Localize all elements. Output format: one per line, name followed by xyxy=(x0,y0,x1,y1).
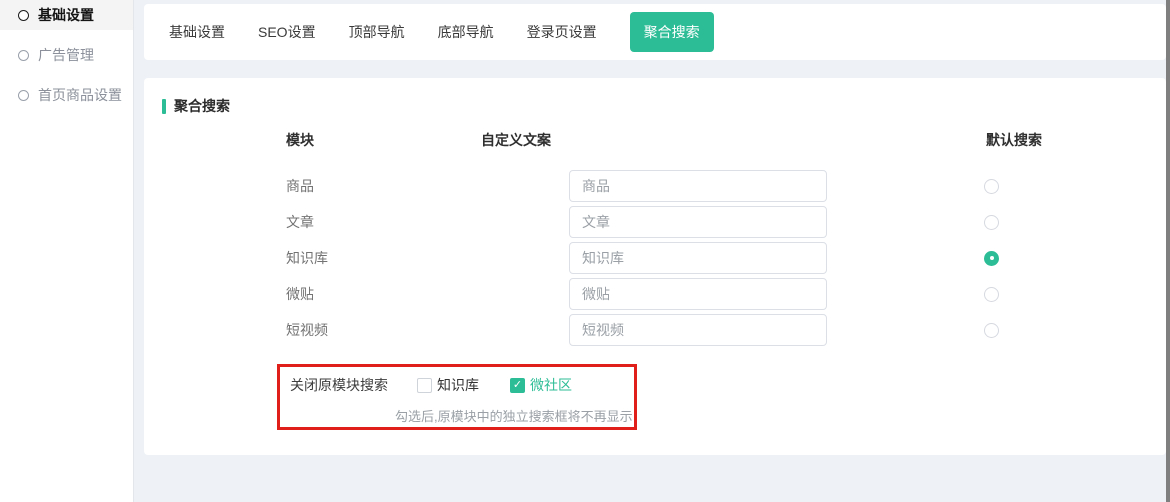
checkbox-item-microcommunity[interactable]: ✓ 微社区 xyxy=(510,375,572,395)
default-search-radio-knowledge[interactable] xyxy=(984,251,999,266)
circle-icon xyxy=(18,10,29,21)
custom-text-input-article[interactable] xyxy=(569,206,827,238)
close-original-module-row: 关闭原模块搜索 知识库 ✓ 微社区 xyxy=(290,375,634,395)
aggregate-search-panel: 聚合搜索 模块 自定义文案 默认搜索 商品 文章 知识库 xyxy=(144,78,1166,455)
table-row-knowledge: 知识库 xyxy=(144,240,1166,276)
custom-text-input-micropost[interactable] xyxy=(569,278,827,310)
section-title-text: 聚合搜索 xyxy=(174,96,230,116)
circle-icon xyxy=(18,50,29,61)
table-row-shortvideo: 短视频 xyxy=(144,312,1166,348)
tab-login-page-settings[interactable]: 登录页设置 xyxy=(527,22,597,42)
sidebar: 基础设置 广告管理 首页商品设置 xyxy=(0,0,134,502)
vertical-scrollbar[interactable] xyxy=(1166,0,1170,502)
checkbox-label: 微社区 xyxy=(530,375,572,395)
title-accent-bar xyxy=(162,99,166,114)
checkbox-icon-checked[interactable]: ✓ xyxy=(510,378,525,393)
checkbox-item-knowledge[interactable]: 知识库 xyxy=(417,375,479,395)
section-title: 聚合搜索 xyxy=(162,96,230,116)
tab-top-nav[interactable]: 顶部导航 xyxy=(349,22,405,42)
close-module-checkbox-group: 知识库 ✓ 微社区 xyxy=(388,375,572,395)
checkbox-icon-unchecked[interactable] xyxy=(417,378,432,393)
close-original-module-hint: 勾选后,原模块中的独立搜索框将不再显示 xyxy=(395,406,633,425)
table-header-row: 模块 自定义文案 默认搜索 xyxy=(144,130,1166,150)
tab-bottom-nav[interactable]: 底部导航 xyxy=(438,22,494,42)
column-header-default-search: 默认搜索 xyxy=(986,130,1042,150)
module-label: 文章 xyxy=(286,212,569,232)
module-label: 商品 xyxy=(286,176,569,196)
settings-tab-bar: 基础设置 SEO设置 顶部导航 底部导航 登录页设置 聚合搜索 xyxy=(144,4,1166,60)
table-row-micropost: 微贴 xyxy=(144,276,1166,312)
column-header-module: 模块 xyxy=(286,130,314,150)
table-row-article: 文章 xyxy=(144,204,1166,240)
sidebar-item-home-product-settings[interactable]: 首页商品设置 xyxy=(0,80,133,110)
sidebar-item-basic-settings[interactable]: 基础设置 xyxy=(0,0,133,30)
module-table: 商品 文章 知识库 微贴 短视频 xyxy=(144,168,1166,348)
column-header-custom-text: 自定义文案 xyxy=(481,130,551,150)
default-search-radio-article[interactable] xyxy=(984,215,999,230)
sidebar-item-label: 广告管理 xyxy=(38,45,94,65)
module-label: 微贴 xyxy=(286,284,569,304)
table-row-goods: 商品 xyxy=(144,168,1166,204)
circle-icon xyxy=(18,90,29,101)
sidebar-item-ad-management[interactable]: 广告管理 xyxy=(0,40,133,70)
tab-basic-settings[interactable]: 基础设置 xyxy=(169,22,225,42)
red-annotation-box: 关闭原模块搜索 知识库 ✓ 微社区 勾选后,原模块中的独立搜索框将不再显示 xyxy=(277,364,637,430)
default-search-radio-goods[interactable] xyxy=(984,179,999,194)
sidebar-item-label: 基础设置 xyxy=(38,5,94,25)
custom-text-input-knowledge[interactable] xyxy=(569,242,827,274)
custom-text-input-shortvideo[interactable] xyxy=(569,314,827,346)
custom-text-input-goods[interactable] xyxy=(569,170,827,202)
module-label: 短视频 xyxy=(286,320,569,340)
tab-seo-settings[interactable]: SEO设置 xyxy=(258,22,316,42)
default-search-radio-micropost[interactable] xyxy=(984,287,999,302)
tab-aggregate-search[interactable]: 聚合搜索 xyxy=(630,12,714,52)
sidebar-item-label: 首页商品设置 xyxy=(38,85,122,105)
checkbox-label: 知识库 xyxy=(437,375,479,395)
default-search-radio-shortvideo[interactable] xyxy=(984,323,999,338)
module-label: 知识库 xyxy=(286,248,569,268)
close-original-module-label: 关闭原模块搜索 xyxy=(290,375,388,395)
